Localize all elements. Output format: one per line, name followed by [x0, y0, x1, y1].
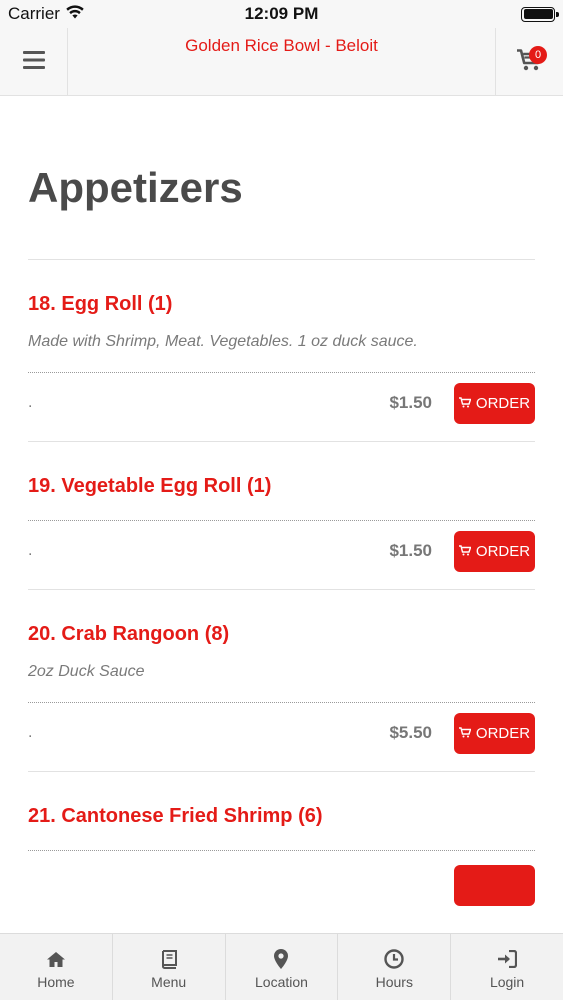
- section-title: Appetizers: [28, 164, 243, 211]
- tab-location[interactable]: Location: [226, 934, 339, 1000]
- bottom-tab-bar: Home Menu Location Hours Login: [0, 933, 563, 1000]
- menu-item: 19. Vegetable Egg Roll (1) . $1.50 ORDER: [28, 442, 535, 590]
- item-price: $5.50: [389, 723, 432, 742]
- menu-item: 20. Crab Rangoon (8) 2oz Duck Sauce . $5…: [28, 590, 535, 772]
- item-price-row: . $1.50 ORDER: [28, 373, 535, 433]
- status-left: Carrier: [8, 4, 84, 24]
- tab-label: Home: [37, 974, 75, 990]
- tab-label: Location: [255, 974, 308, 990]
- hamburger-menu-button[interactable]: [0, 28, 68, 96]
- order-button[interactable]: ORDER: [454, 382, 535, 424]
- home-icon: [45, 948, 67, 970]
- item-option-placeholder: .: [28, 394, 33, 411]
- item-name[interactable]: 21. Cantonese Fried Shrimp (6): [28, 772, 535, 828]
- tab-menu[interactable]: Menu: [113, 934, 226, 1000]
- cart-small-icon: [458, 543, 472, 560]
- status-bar: Carrier 12:09 PM: [0, 0, 563, 28]
- book-icon: [158, 948, 180, 970]
- cart-small-icon: [458, 725, 472, 742]
- restaurant-title: Golden Rice Bowl - Beloit: [185, 36, 378, 55]
- item-price-row: [28, 851, 535, 911]
- menu-item: 21. Cantonese Fried Shrimp (6): [28, 772, 535, 911]
- item-name[interactable]: 18. Egg Roll (1): [28, 260, 535, 316]
- login-icon: [496, 948, 518, 970]
- order-button[interactable]: [454, 864, 535, 906]
- item-description: Made with Shrimp, Meat. Vegetables. 1 oz…: [28, 333, 418, 350]
- order-label: ORDER: [475, 394, 531, 412]
- tab-login[interactable]: Login: [451, 934, 563, 1000]
- order-label: ORDER: [475, 542, 531, 560]
- item-name[interactable]: 20. Crab Rangoon (8): [28, 590, 535, 646]
- order-button[interactable]: ORDER: [454, 530, 535, 572]
- order-label: ORDER: [475, 724, 531, 742]
- item-option-placeholder: .: [28, 724, 33, 741]
- hamburger-icon: [22, 50, 45, 74]
- menu-item: 18. Egg Roll (1) Made with Shrimp, Meat.…: [28, 260, 535, 442]
- item-description: 2oz Duck Sauce: [28, 663, 145, 680]
- item-price: $1.50: [389, 393, 432, 412]
- battery-icon: [521, 6, 559, 22]
- cart-count-badge: 0: [529, 46, 547, 64]
- status-time: 12:09 PM: [244, 4, 319, 23]
- item-name[interactable]: 19. Vegetable Egg Roll (1): [28, 442, 535, 498]
- clock-icon: [383, 948, 405, 970]
- order-button[interactable]: ORDER: [454, 712, 535, 754]
- tab-label: Login: [489, 974, 525, 990]
- wifi-icon: [66, 4, 84, 24]
- cart-button[interactable]: 0: [495, 28, 563, 96]
- tab-hours[interactable]: Hours: [338, 934, 452, 1000]
- item-price-row: . $5.50 ORDER: [28, 703, 535, 763]
- tab-label: Hours: [375, 974, 413, 990]
- item-option-placeholder: .: [28, 542, 33, 559]
- map-pin-icon: [270, 948, 292, 970]
- menu-content[interactable]: Appetizers 18. Egg Roll (1) Made with Sh…: [0, 97, 563, 933]
- carrier-label: Carrier: [8, 4, 60, 23]
- cart-small-icon: [458, 395, 472, 412]
- tab-label: Menu: [151, 974, 187, 990]
- tab-home[interactable]: Home: [0, 934, 113, 1000]
- app-header: Golden Rice Bowl - Beloit 0: [0, 28, 563, 96]
- item-price-row: . $1.50 ORDER: [28, 521, 535, 581]
- item-price: $1.50: [389, 541, 432, 560]
